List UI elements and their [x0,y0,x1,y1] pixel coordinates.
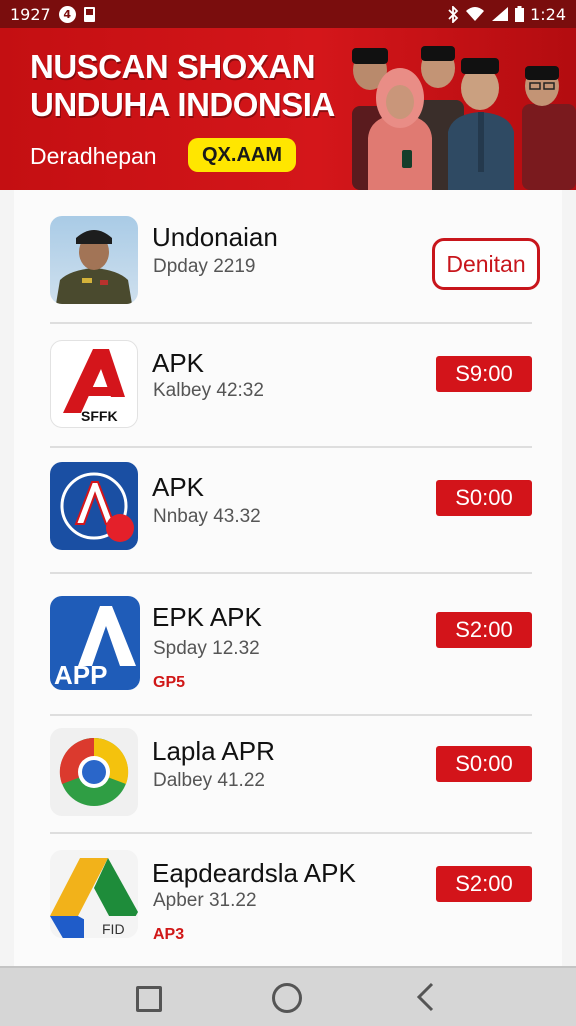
list-item[interactable]: Lapla APR Dalbey 41.22 S0:00 [50,716,532,834]
list-item[interactable]: SFFK APK Kalbey 42:32 S9:00 [50,324,532,448]
app-name: Undonaian [152,222,278,252]
app-meta: Apber 31.22 [153,890,257,911]
price-button[interactable]: S0:00 [436,480,532,516]
price-button[interactable]: S2:00 [436,866,532,902]
list-item[interactable]: FID Eapdeardsla APK Apber 31.22 AP3 S2:0… [50,834,532,966]
person-icon [448,58,514,190]
battery-icon [515,6,525,22]
back-button[interactable] [414,982,438,1012]
app-meta: Nnbay 43.32 [153,506,261,527]
status-bar: 1927 4 1:24 [0,0,576,28]
banner-title-line2: UNDUHA INDONSIA [30,86,335,123]
price-button[interactable]: S0:00 [436,746,532,782]
app-tag: GP5 [153,674,186,691]
app-meta: Dalbey 41.22 [153,770,265,791]
wifi-icon [466,7,485,21]
app-name: EPK APK [152,602,262,632]
drive-triangle-icon: FID [50,850,138,938]
officer-photo-icon [50,216,138,304]
app-tag: AP3 [153,926,185,943]
promo-banner[interactable]: NUSCAN SHOXAN UNDUHA INDONSIA Deradhepan… [0,28,576,190]
chrome-icon [50,728,138,816]
icon-text: FID [102,921,125,937]
app-a-icon: APP [50,596,140,690]
icon-text: APP [54,660,107,690]
banner-title-line1: NUSCAN SHOXAN [30,48,316,85]
app-name: Lapla APR [152,736,275,766]
status-time-left: 1927 [10,4,51,24]
banner-badge[interactable]: QX.AAM [188,138,296,172]
person-icon [522,66,576,190]
banner-people-illustration [352,46,576,190]
status-time-right: 1:24 [530,4,566,24]
notification-badge-icon: 4 [58,5,76,23]
sim-card-icon [83,6,95,22]
red-a-sffk-icon: SFFK [50,340,138,428]
app-name: APK [152,472,205,502]
blue-emblem-a-icon [50,462,138,550]
recents-button[interactable] [136,986,162,1012]
app-name: Eapdeardsla APK [152,858,356,888]
navigation-bar [0,966,576,1026]
price-button[interactable]: S9:00 [436,356,532,392]
bluetooth-icon [448,5,459,23]
home-button[interactable] [272,983,302,1013]
icon-text: SFFK [81,408,118,424]
app-meta: Dpday 2219 [153,256,256,277]
banner-title: NUSCAN SHOXAN UNDUHA INDONSIA [30,48,360,124]
signal-icon [492,7,509,21]
app-meta: Kalbey 42:32 [153,380,264,401]
banner-tagline: Deradhepan [30,143,157,169]
app-name: APK [152,348,205,378]
list-item[interactable]: APP EPK APK Spday 12.32 GP5 S2:00 [50,574,532,716]
list-item[interactable]: Undonaian Dpday 2219 Denitan [50,190,540,324]
download-button[interactable]: Denitan [432,238,540,290]
app-meta: Spday 12.32 [153,638,260,659]
list-item[interactable]: APK Nnbay 43.32 S0:00 [50,448,532,574]
price-button[interactable]: S2:00 [436,612,532,648]
